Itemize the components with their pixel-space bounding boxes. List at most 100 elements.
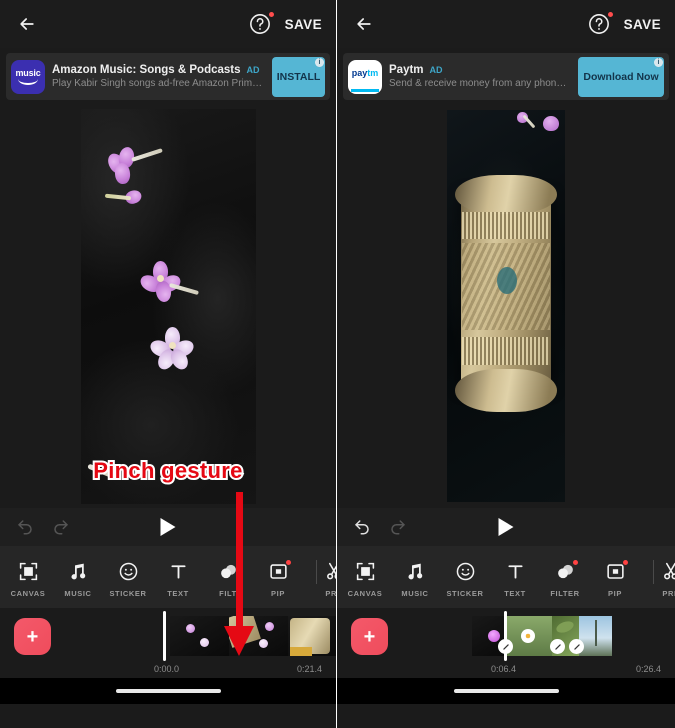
undo-redo-group — [0, 518, 70, 536]
tool-sticker[interactable]: STICKER — [440, 561, 490, 598]
tool-text[interactable]: TEXT — [490, 561, 540, 598]
tool-label: PIP — [608, 588, 622, 598]
tool-label: FILTER — [550, 588, 580, 598]
tool-sticker[interactable]: STICKER — [103, 561, 153, 598]
tool-pip[interactable]: PIP — [590, 559, 640, 598]
filter-badge-dot — [236, 559, 241, 565]
pip-square-icon — [604, 559, 628, 583]
tool-preview[interactable]: PRE — [646, 561, 675, 598]
tool-filter[interactable]: FILT — [203, 559, 253, 598]
paytm-bar — [351, 88, 379, 92]
tool-label: MUSIC — [64, 588, 92, 598]
music-note-icon — [67, 561, 89, 583]
play-button[interactable] — [160, 518, 176, 536]
playhead[interactable] — [163, 611, 166, 661]
nav-home-pill[interactable] — [115, 689, 221, 693]
tool-music[interactable]: MUSIC — [53, 561, 103, 598]
pip-badge-dot — [623, 559, 628, 565]
tool-text[interactable]: TEXT — [153, 561, 203, 598]
filter-badge-dot — [573, 559, 578, 565]
tool-label: CANVAS — [347, 588, 383, 598]
help-button[interactable] — [588, 12, 613, 35]
amazon-music-icon: music — [11, 59, 45, 94]
undo-button[interactable] — [16, 518, 34, 536]
ad-tag: AD — [429, 65, 443, 75]
phone-screen-right: SAVE paytm Paytm AD Send & receive money… — [337, 0, 675, 728]
redo-button[interactable] — [389, 518, 407, 536]
timeline-clip[interactable] — [229, 616, 288, 656]
tool-label: CANVAS — [10, 588, 46, 598]
fabric-background — [80, 108, 256, 504]
ad-subtitle: Play Kabir Singh songs ad-free Amazon Pr… — [52, 78, 265, 89]
help-notification-dot — [607, 12, 613, 17]
ad-title: Amazon Music: Songs & Podcasts — [52, 64, 241, 76]
tool-music[interactable]: MUSIC — [390, 561, 440, 598]
tool-filter[interactable]: FILTER — [540, 559, 590, 598]
back-button[interactable] — [14, 11, 40, 37]
timeline-total-time: 0:21.4 — [296, 664, 322, 674]
ad-tag: AD — [246, 65, 260, 75]
tool-canvas[interactable]: CANVAS — [340, 561, 390, 598]
smiley-sticker-icon — [117, 561, 139, 583]
music-note-icon — [404, 561, 426, 583]
tool-canvas[interactable]: CANVAS — [3, 561, 53, 598]
ad-banner[interactable]: music Amazon Music: Songs & Podcasts AD … — [6, 53, 330, 100]
transition-badge[interactable] — [498, 639, 513, 654]
redo-button[interactable] — [52, 518, 70, 536]
back-button[interactable] — [351, 11, 377, 37]
cup-rim-bottom — [455, 368, 557, 412]
ad-download-button[interactable]: Download Now i — [578, 56, 664, 97]
text-t-icon — [167, 561, 189, 583]
ad-banner[interactable]: paytm Paytm AD Send & receive money from… — [343, 53, 669, 100]
clip-strip[interactable] — [472, 616, 612, 656]
video-preview-area[interactable] — [337, 100, 675, 508]
timeline-total-time: 0:26.4 — [635, 664, 661, 674]
help-button[interactable] — [249, 12, 274, 35]
tool-pip[interactable]: PIP — [253, 559, 303, 598]
save-button[interactable]: SAVE — [624, 17, 661, 32]
text-t-icon — [504, 561, 526, 583]
timeline-clip[interactable] — [170, 616, 229, 656]
transition-badge[interactable] — [569, 639, 584, 654]
ad-install-button[interactable]: INSTALL i — [272, 56, 325, 97]
ad-cta-label: Download Now — [583, 70, 659, 83]
screenshot-comparison: SAVE music Amazon Music: Songs & Podcast… — [0, 0, 675, 728]
tools-bar: CANVAS MUSIC STICKER TEXT — [0, 546, 336, 608]
tool-label: PRE — [662, 588, 675, 598]
timeline-clip[interactable] — [288, 616, 336, 656]
android-nav-bar — [0, 678, 336, 704]
transition-badge[interactable] — [550, 639, 565, 654]
phone-screen-left: SAVE music Amazon Music: Songs & Podcast… — [0, 0, 337, 728]
ad-text-block: Paytm AD Send & receive money from any p… — [382, 64, 578, 89]
scissors-icon — [660, 561, 675, 583]
timeline[interactable]: + 0:00.0 0:21.4 — [0, 608, 336, 678]
ad-text-block: Amazon Music: Songs & Podcasts AD Play K… — [45, 64, 272, 89]
ad-icon-label: paytm — [351, 67, 379, 78]
play-button[interactable] — [498, 518, 514, 536]
ad-info-icon[interactable]: i — [315, 57, 324, 67]
timeline-clip[interactable] — [579, 616, 612, 656]
tool-label: FILT — [219, 588, 237, 598]
tool-preview[interactable]: PRE — [309, 561, 336, 598]
timeline-times: 0:06.4 0:26.4 — [337, 664, 675, 674]
clip-strip[interactable] — [170, 616, 336, 656]
top-bar-actions: SAVE — [588, 12, 661, 35]
tools-bar: CANVAS MUSIC STICKER TEXT — [337, 546, 675, 608]
tool-label: STICKER — [109, 588, 147, 598]
timeline[interactable]: + 0:06.4 0:26.4 — [337, 608, 675, 678]
help-notification-dot — [268, 12, 274, 17]
ad-info-icon[interactable]: i — [654, 57, 663, 67]
add-media-button[interactable]: + — [351, 618, 388, 655]
amazon-smile-icon — [17, 79, 38, 85]
top-bar: SAVE — [0, 0, 336, 48]
save-button[interactable]: SAVE — [285, 17, 322, 32]
timeline-current-time: 0:06.4 — [491, 664, 517, 674]
video-preview-area[interactable] — [0, 100, 336, 508]
cup-pattern-band-1 — [462, 211, 550, 240]
top-bar: SAVE — [337, 0, 675, 48]
video-preview-flowers[interactable] — [80, 108, 256, 504]
nav-home-pill[interactable] — [453, 689, 559, 693]
video-preview-brass-cup[interactable] — [447, 110, 565, 502]
add-media-button[interactable]: + — [14, 618, 51, 655]
undo-button[interactable] — [353, 518, 371, 536]
